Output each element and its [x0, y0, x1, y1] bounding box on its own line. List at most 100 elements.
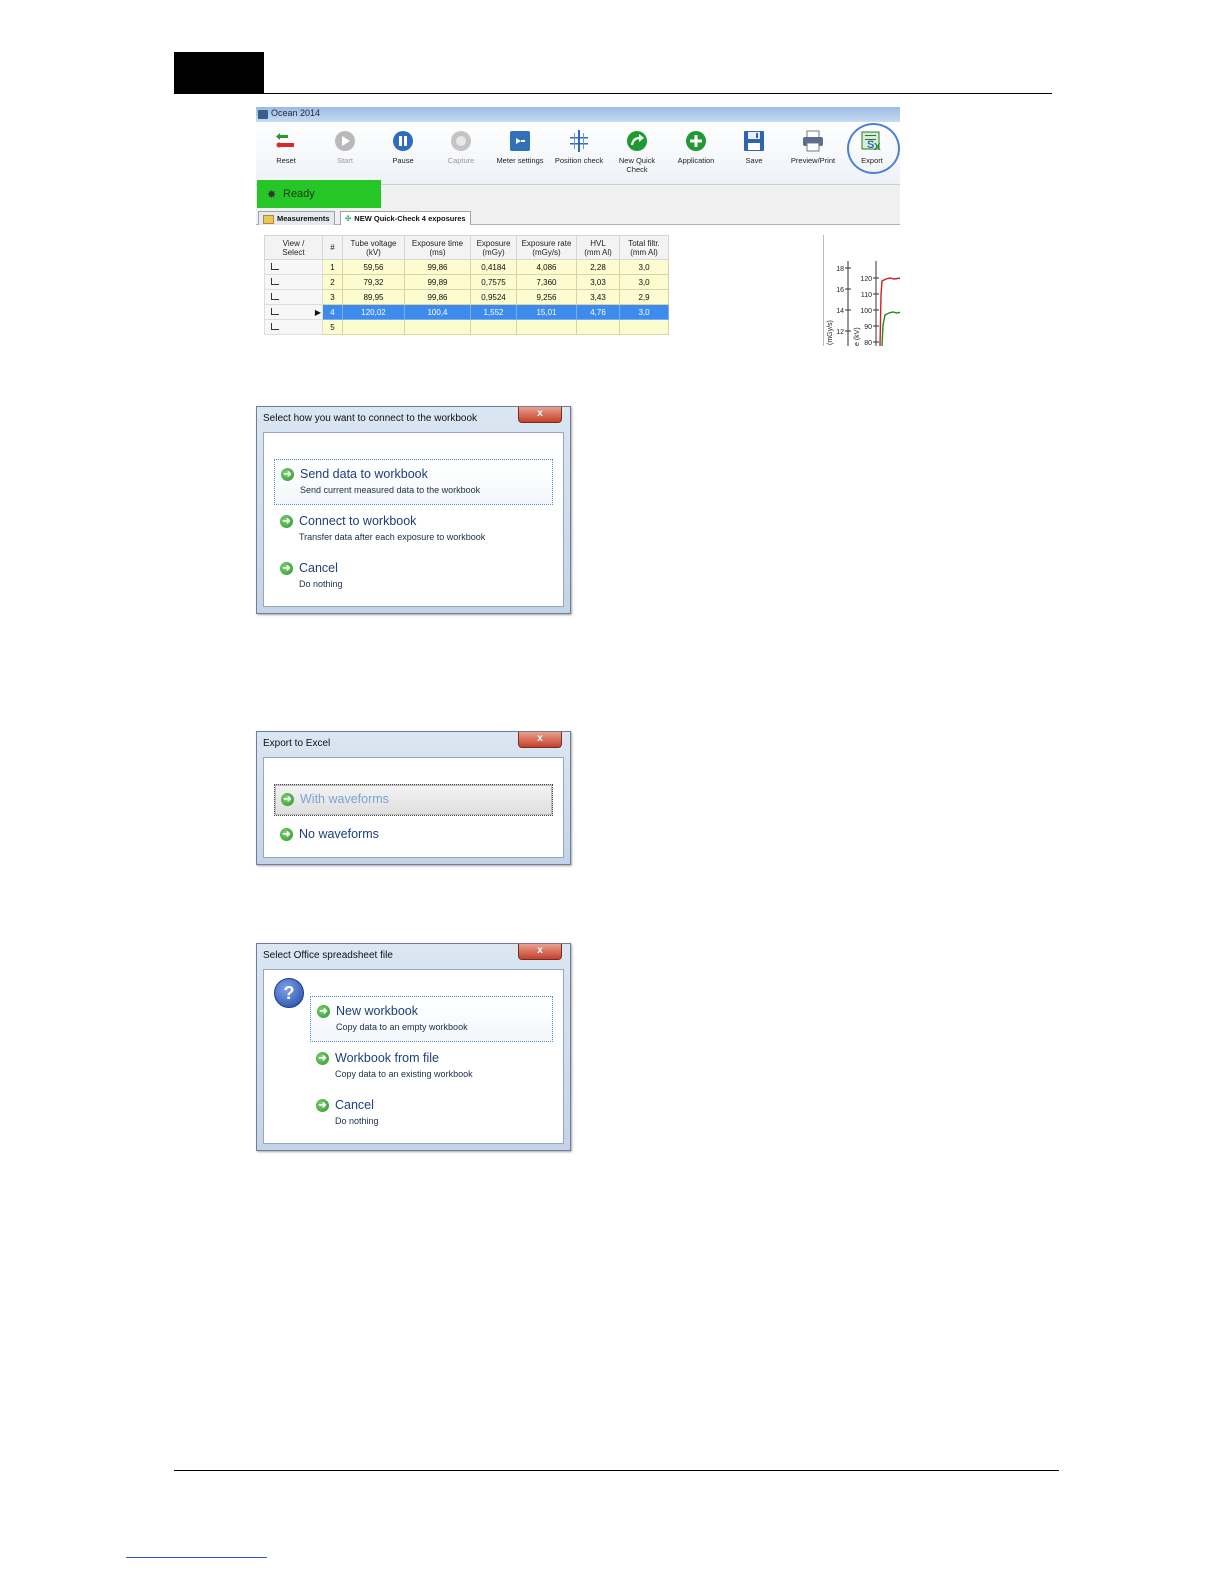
column-header[interactable]: Exposure rate (mGy/s): [516, 235, 577, 260]
table-cell-hvl[interactable]: 4,76: [576, 304, 620, 320]
table-cell-ms[interactable]: 100,4: [404, 304, 471, 320]
pause-button[interactable]: Pause: [374, 130, 432, 165]
app-window: Ocean 2014 Reset Start Pause Capture Met…: [256, 107, 900, 346]
column-header[interactable]: View / Select: [264, 235, 323, 260]
column-header[interactable]: Total filtr. (mm Al): [619, 235, 669, 260]
table-row[interactable]: 1 59,56 99,86 0,4184 4,086 2,28 3,0: [264, 259, 669, 275]
right-tick-label: 80: [864, 340, 872, 346]
footer-rule: [174, 1470, 1059, 1471]
green-waveform-line: [881, 311, 900, 346]
table-cell-hvl[interactable]: [576, 319, 620, 335]
table-cell-kv[interactable]: [342, 319, 405, 335]
preview-print-button[interactable]: Preview/Print: [784, 130, 842, 165]
status-text: Ready: [283, 188, 315, 200]
table-cell-rate[interactable]: 4,086: [516, 259, 577, 275]
column-header[interactable]: #: [322, 235, 343, 260]
table-cell-kv[interactable]: 89,95: [342, 289, 405, 305]
measurement-table: View / Select # Tube voltage (kV) Exposure ti…: [264, 235, 669, 335]
view-select-cell[interactable]: [264, 274, 323, 290]
new-quick-check-button[interactable]: New Quick Check: [608, 130, 666, 174]
table-cell-ms[interactable]: 99,89: [404, 274, 471, 290]
save-button[interactable]: Save: [725, 130, 783, 165]
column-header-line: Exposure rate: [521, 238, 572, 248]
table-row[interactable]: 2 79,32 99,89 0,7575 7,360 3,03 3,0: [264, 274, 669, 290]
column-header[interactable]: HVL (mm Al): [576, 235, 620, 260]
table-row[interactable]: 5: [264, 319, 669, 335]
view-select-cell[interactable]: [264, 259, 323, 275]
with-waveforms-option[interactable]: ➜ With waveforms: [274, 784, 553, 816]
left-axis-label: (mGy/s): [827, 320, 834, 345]
table-cell-ms[interactable]: 99,86: [404, 259, 471, 275]
footer-link-underline: [126, 1557, 267, 1558]
close-button[interactable]: x: [518, 732, 562, 748]
position-check-button[interactable]: Position check: [550, 130, 608, 165]
column-header[interactable]: Exposure (mGy): [470, 235, 517, 260]
left-tick-label: 18: [836, 266, 844, 273]
capture-icon: [450, 130, 472, 152]
column-header-line: HVL: [590, 238, 606, 248]
cancel-option[interactable]: ➜ Cancel Do nothing: [274, 554, 553, 598]
workbook-from-file-option[interactable]: ➜ Workbook from file Copy data to an exi…: [310, 1044, 553, 1088]
connect-workbook-option[interactable]: ➜ Connect to workbook Transfer data afte…: [274, 507, 553, 551]
column-header[interactable]: Exposure time (ms): [404, 235, 471, 260]
table-cell-kv[interactable]: 59,56: [342, 259, 405, 275]
table-cell-hvl[interactable]: 3,03: [576, 274, 620, 290]
table-cell-rate[interactable]: 7,360: [516, 274, 577, 290]
table-cell-ms[interactable]: 99,86: [404, 289, 471, 305]
table-cell-hvl[interactable]: 2,28: [576, 259, 620, 275]
send-data-option[interactable]: ➜ Send data to workbook Send current mea…: [274, 459, 553, 505]
close-button[interactable]: x: [518, 407, 562, 423]
meter-settings-button[interactable]: Meter settings: [491, 130, 549, 165]
table-cell-filt[interactable]: 3,0: [619, 304, 669, 320]
table-cell-mgy[interactable]: 0,9524: [470, 289, 517, 305]
measurement-grid-area: View / Select # Tube voltage (kV) Exposure ti…: [256, 225, 900, 346]
table-cell-mgy[interactable]: 0,7575: [470, 274, 517, 290]
column-header-unit: (ms): [429, 247, 446, 257]
table-cell-kv[interactable]: 79,32: [342, 274, 405, 290]
column-header[interactable]: Tube voltage (kV): [342, 235, 405, 260]
start-button[interactable]: Start: [316, 130, 374, 165]
table-cell-mgy[interactable]: [470, 319, 517, 335]
capture-button[interactable]: Capture: [432, 130, 490, 165]
new-workbook-option[interactable]: ➜ New workbook Copy data to an empty wor…: [310, 996, 553, 1042]
table-cell-filt[interactable]: 3,0: [619, 259, 669, 275]
close-button[interactable]: x: [518, 944, 562, 960]
table-cell-hvl[interactable]: 3,43: [576, 289, 620, 305]
table-cell-rate[interactable]: 9,256: [516, 289, 577, 305]
left-tick-label: 12: [836, 329, 844, 336]
tab-quick-check[interactable]: ✣ NEW Quick-Check 4 exposures: [340, 211, 471, 225]
dialog-body: ➜ Send data to workbook Send current mea…: [263, 432, 564, 607]
table-cell-mgy[interactable]: 1,552: [470, 304, 517, 320]
chart-view-icon: [271, 292, 279, 300]
table-cell-rate[interactable]: [516, 319, 577, 335]
tab-measurements[interactable]: Measurements: [258, 211, 335, 225]
view-select-cell[interactable]: [264, 319, 323, 335]
select-file-dialog: Select Office spreadsheet file x ? ➜ New…: [256, 943, 571, 1151]
row-number-cell: 1: [322, 259, 343, 275]
table-cell-filt[interactable]: 3,0: [619, 274, 669, 290]
view-select-cell[interactable]: ▶: [264, 304, 323, 320]
reset-button[interactable]: Reset: [257, 130, 315, 165]
cancel-option[interactable]: ➜ Cancel Do nothing: [310, 1091, 553, 1135]
meter-settings-icon: [509, 130, 531, 152]
green-arrow-icon: ➜: [281, 793, 294, 806]
window-title: Ocean 2014: [271, 108, 321, 118]
table-cell-filt[interactable]: [619, 319, 669, 335]
header-black-block: [174, 52, 264, 94]
green-arrow-icon: ➜: [280, 828, 293, 841]
column-header-unit: (kV): [366, 247, 381, 257]
view-select-cell[interactable]: [264, 289, 323, 305]
application-button[interactable]: Application: [667, 130, 725, 165]
table-cell-rate[interactable]: 15,01: [516, 304, 577, 320]
column-header-line: View /: [282, 238, 305, 248]
table-cell-mgy[interactable]: 0,4184: [470, 259, 517, 275]
table-cell-ms[interactable]: [404, 319, 471, 335]
column-header-unit: (mm Al): [630, 247, 658, 257]
table-cell-kv[interactable]: 120,02: [342, 304, 405, 320]
no-waveforms-option[interactable]: ➜ No waveforms: [274, 820, 553, 850]
table-row[interactable]: 3 89,95 99,86 0,9524 9,256 3,43 2,9: [264, 289, 669, 305]
chart-view-icon: [271, 307, 279, 315]
column-header-line: Tube voltage: [350, 238, 397, 248]
table-row[interactable]: ▶ 4 120,02 100,4 1,552 15,01 4,76 3,0: [264, 304, 669, 320]
table-cell-filt[interactable]: 2,9: [619, 289, 669, 305]
